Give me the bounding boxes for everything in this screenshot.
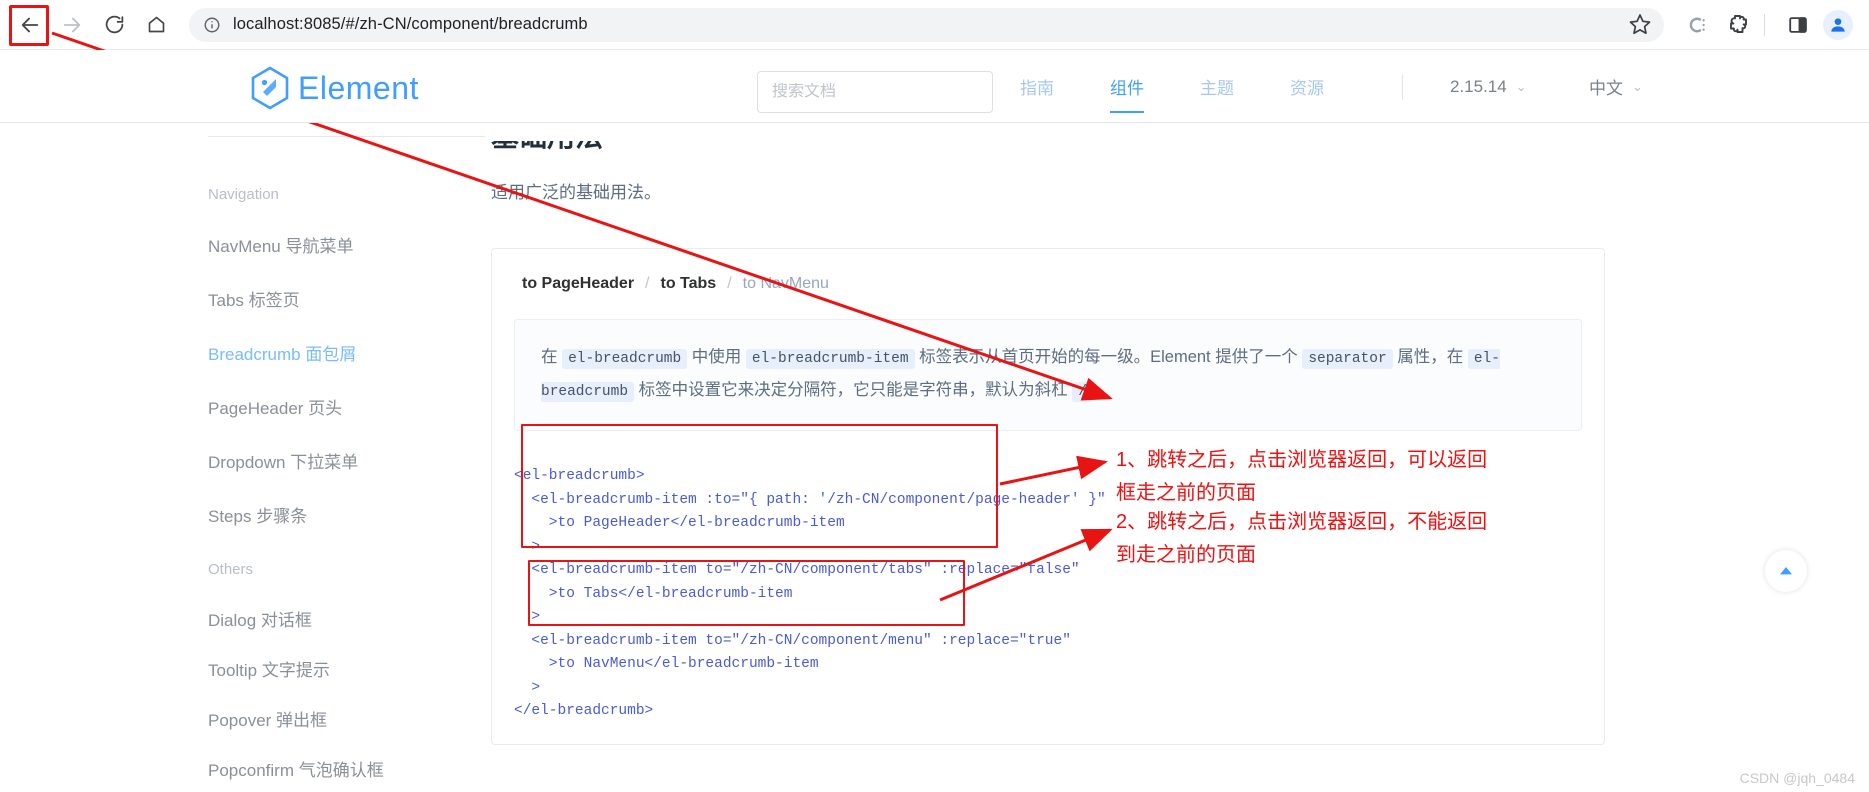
site-header: Element 指南 组件 主题 资源 2.15.14 ⌄ 中文 ⌄ xyxy=(0,50,1869,123)
breadcrumb-item-pageheader[interactable]: to PageHeader xyxy=(522,275,634,293)
extensions-puzzle-icon[interactable] xyxy=(1722,8,1756,42)
tip-text-6: 。 xyxy=(1092,381,1114,399)
sidebar-group-navigation: Navigation xyxy=(208,186,279,203)
breadcrumb-item-tabs[interactable]: to Tabs xyxy=(661,275,717,293)
forward-button[interactable] xyxy=(51,4,93,46)
code-line: > xyxy=(514,609,541,625)
breadcrumb: to PageHeader / to Tabs / to NavMenu xyxy=(522,275,1574,293)
address-bar[interactable]: localhost:8085/#/zh-CN/component/breadcr… xyxy=(189,7,1664,42)
sidebar: Navigation NavMenu 导航菜单 Tabs 标签页 Breadcr… xyxy=(0,123,485,792)
sidebar-item-dropdown[interactable]: Dropdown 下拉菜单 xyxy=(208,448,358,473)
sidebar-item-popconfirm[interactable]: Popconfirm 气泡确认框 xyxy=(208,756,384,781)
watermark: CSDN @jqh_0484 xyxy=(1739,770,1855,786)
sidebar-group-others: Others xyxy=(208,561,254,578)
code-line: >to NavMenu</el-breadcrumb-item xyxy=(514,656,819,672)
sidebar-item-pageheader[interactable]: PageHeader 页头 xyxy=(208,394,342,419)
annotation-note-2-line-1: 2、跳转之后，点击浏览器返回，不能返回 xyxy=(1116,511,1488,533)
tip-box: 在 el-breadcrumb 中使用 el-breadcrumb-item 标… xyxy=(514,319,1582,431)
language-label: 中文 xyxy=(1589,79,1623,98)
nav-link-components[interactable]: 组件 xyxy=(1110,50,1144,123)
tip-text-5: 标签中设置它来决定分隔符，它只能是字符串，默认为斜杠 xyxy=(634,381,1073,399)
bookmark-star-icon[interactable] xyxy=(1628,12,1654,38)
search-box[interactable] xyxy=(757,71,993,113)
extension-c-icon[interactable] xyxy=(1680,8,1714,42)
section-description: 适用广泛的基础用法。 xyxy=(491,183,661,202)
nav-link-resources[interactable]: 资源 xyxy=(1290,50,1324,123)
breadcrumb-separator: / xyxy=(727,275,732,292)
back-to-top-button[interactable] xyxy=(1765,550,1807,592)
toolbar-divider xyxy=(1764,13,1765,36)
annotation-note-1-line-1: 1、跳转之后，点击浏览器返回，可以返回 xyxy=(1116,449,1488,471)
breadcrumb-separator: / xyxy=(645,275,650,292)
code-line: </el-breadcrumb> xyxy=(514,703,654,719)
profile-avatar[interactable] xyxy=(1823,9,1853,40)
chevron-down-icon: ⌄ xyxy=(1632,78,1643,94)
url-text: localhost:8085/#/zh-CN/component/breadcr… xyxy=(233,15,588,33)
tip-text-3: 标签表示从首页开始的每一级。Element 提供了一个 xyxy=(914,348,1303,366)
back-button[interactable] xyxy=(9,4,51,46)
element-logo-icon xyxy=(251,66,289,110)
version-selector[interactable]: 2.15.14 ⌄ xyxy=(1450,50,1527,123)
tip-text-2: 中使用 xyxy=(687,348,746,366)
browser-toolbar: localhost:8085/#/zh-CN/component/breadcr… xyxy=(0,0,1869,50)
code-line: <el-breadcrumb-item to="/zh-CN/component… xyxy=(514,632,1071,649)
demo-preview: to PageHeader / to Tabs / to NavMenu xyxy=(492,249,1604,319)
sidebar-item-breadcrumb[interactable]: Breadcrumb 面包屑 xyxy=(208,340,356,365)
header-divider xyxy=(1402,74,1403,100)
sidebar-item-tooltip[interactable]: Tooltip 文字提示 xyxy=(208,656,330,681)
tip-code-5: / xyxy=(1072,382,1093,402)
sidebar-item-tabs[interactable]: Tabs 标签页 xyxy=(208,286,300,311)
element-docs-page: Element 指南 组件 主题 资源 2.15.14 ⌄ 中文 ⌄ xyxy=(0,50,1869,792)
screenshot-root: localhost:8085/#/zh-CN/component/breadcr… xyxy=(0,0,1869,792)
element-logo-text: Element xyxy=(298,69,419,106)
nav-link-guide[interactable]: 指南 xyxy=(1020,50,1054,123)
sidebar-divider xyxy=(208,136,485,137)
sidebar-item-popover[interactable]: Popover 弹出框 xyxy=(208,706,327,731)
search-input[interactable] xyxy=(772,83,978,101)
nav-link-theme[interactable]: 主题 xyxy=(1200,50,1234,123)
tip-text-1: 在 xyxy=(541,348,563,366)
annotation-note-2-line-2: 到走之前的页面 xyxy=(1116,544,1256,566)
version-label: 2.15.14 xyxy=(1450,76,1507,96)
breadcrumb-item-navmenu: to NavMenu xyxy=(742,275,829,292)
code-line: > xyxy=(514,679,541,696)
tip-code-2: el-breadcrumb-item xyxy=(745,349,915,369)
annotation-note-1: 1、跳转之后，点击浏览器返回，可以返回 框走之前的页面 xyxy=(1116,444,1487,510)
chevron-down-icon: ⌄ xyxy=(1515,78,1527,94)
annotation-note-2: 2、跳转之后，点击浏览器返回，不能返回 到走之前的页面 xyxy=(1116,506,1487,572)
sidebar-item-steps[interactable]: Steps 步骤条 xyxy=(208,502,307,527)
sidebar-item-navmenu[interactable]: NavMenu 导航菜单 xyxy=(208,232,353,257)
header-nav: 指南 组件 主题 资源 xyxy=(1020,50,1380,123)
code-line: >to Tabs</el-breadcrumb-item xyxy=(514,585,793,602)
tip-code-3: separator xyxy=(1302,349,1393,369)
tip-text-4: 属性，在 xyxy=(1392,348,1468,366)
sidebar-item-dialog[interactable]: Dialog 对话框 xyxy=(208,606,312,631)
reload-button[interactable] xyxy=(93,4,135,46)
side-panel-icon[interactable] xyxy=(1781,8,1815,42)
home-button[interactable] xyxy=(135,4,177,46)
language-selector[interactable]: 中文 ⌄ xyxy=(1589,50,1643,123)
element-logo[interactable]: Element xyxy=(250,66,419,110)
tip-code-1: el-breadcrumb xyxy=(562,349,688,369)
site-info-icon[interactable] xyxy=(203,16,221,34)
